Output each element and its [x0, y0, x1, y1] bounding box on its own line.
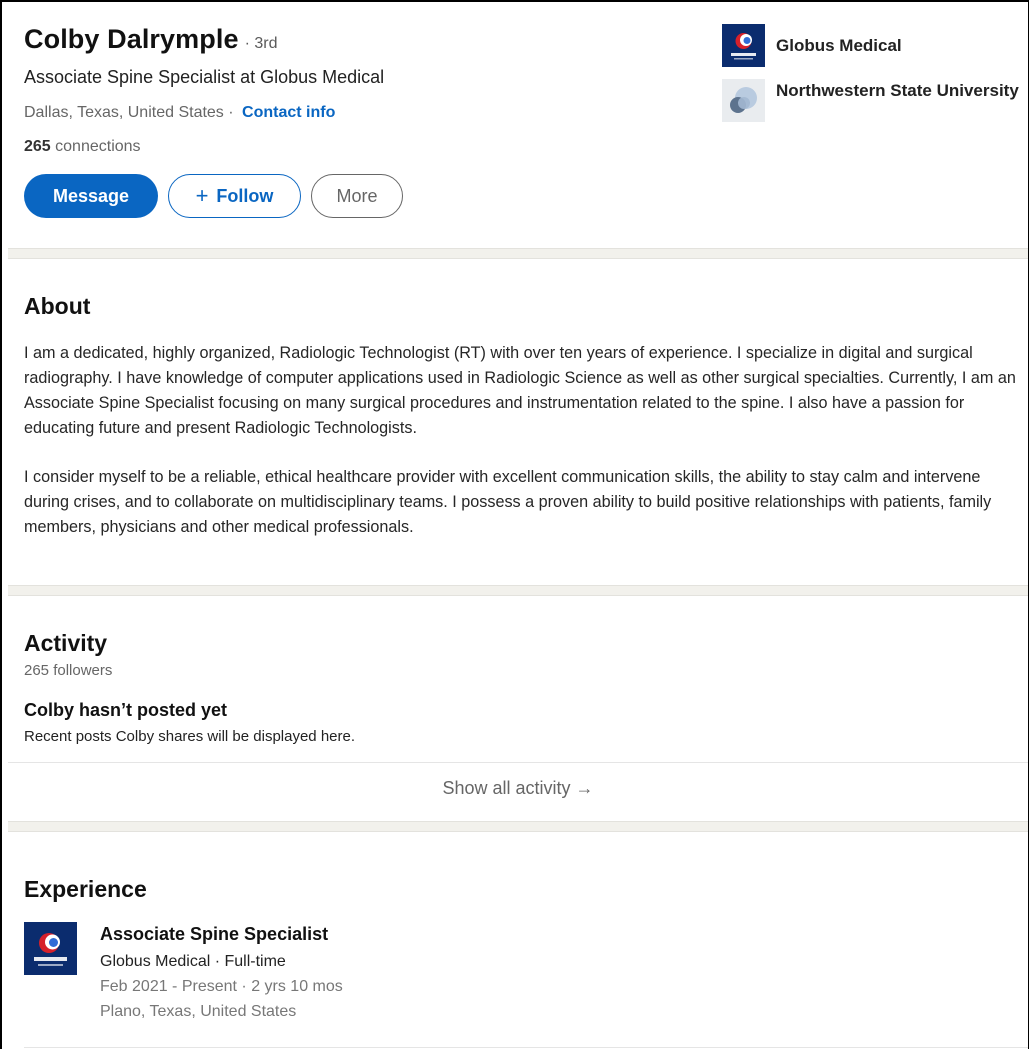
about-text: I am a dedicated, highly organized, Radi… — [24, 341, 1027, 564]
section-divider — [8, 585, 1028, 596]
connections-count[interactable]: 265 connections — [24, 138, 141, 156]
section-divider — [8, 248, 1028, 259]
about-title: About — [24, 293, 91, 319]
divider — [8, 762, 1028, 763]
education-link[interactable]: Northwestern State University — [722, 79, 1019, 122]
experience-company: Globus Medical · Full-time — [100, 953, 286, 970]
profile-headline: Associate Spine Specialist at Globus Med… — [24, 67, 385, 87]
globus-medical-logo-icon[interactable] — [24, 922, 77, 975]
activity-section: Activity 265 followers Colby hasn’t post… — [2, 596, 1028, 821]
profile-location: Dallas, Texas, United States · — [24, 104, 234, 121]
plus-icon: + — [195, 183, 209, 208]
school-name: Northwestern State University — [776, 81, 1019, 100]
activity-title: Activity — [24, 630, 108, 656]
about-paragraph: I am a dedicated, highly organized, Radi… — [24, 344, 1016, 437]
follow-label: Follow — [216, 185, 274, 206]
experience-title: Experience — [24, 876, 147, 902]
profile-actions: Message + Follow More — [24, 174, 403, 218]
divider — [24, 1047, 1028, 1048]
section-divider — [8, 821, 1028, 832]
profile-page: Colby Dalrymple · 3rd Associate Spine Sp… — [0, 0, 1029, 1049]
current-company-name: Globus Medical — [776, 36, 902, 55]
connection-degree: · 3rd — [244, 35, 278, 52]
about-paragraph: I consider myself to be a reliable, ethi… — [24, 468, 992, 536]
experience-dates: Feb 2021 - Present · 2 yrs 10 mos — [100, 978, 343, 995]
profile-top-card: Colby Dalrymple · 3rd Associate Spine Sp… — [2, 2, 1028, 248]
follow-button[interactable]: + Follow — [168, 174, 301, 218]
current-company-link[interactable]: Globus Medical — [722, 24, 1019, 67]
northwestern-state-logo-icon — [722, 79, 765, 122]
connections-number: 265 — [24, 138, 51, 155]
experience-title-text[interactable]: Associate Spine Specialist — [100, 924, 343, 945]
no-posts-subtitle: Recent posts Colby shares will be displa… — [24, 728, 356, 745]
more-button[interactable]: More — [311, 174, 403, 218]
no-posts-title: Colby hasn’t posted yet — [24, 700, 228, 720]
contact-info-link[interactable]: Contact info — [242, 104, 335, 121]
experience-item[interactable]: Associate Spine Specialist Globus Medica… — [24, 922, 343, 1021]
experience-location: Plano, Texas, United States — [100, 1003, 297, 1020]
profile-side-links: Globus Medical Northwestern State Univer… — [722, 24, 1019, 134]
show-all-activity-link[interactable]: Show all activity → — [8, 778, 1028, 799]
experience-section: Experience Associate Spine Specialist Gl… — [2, 832, 1028, 1049]
connections-label: connections — [55, 138, 141, 155]
followers-count: 265 followers — [24, 662, 113, 679]
about-section: About I am a dedicated, highly organized… — [2, 259, 1028, 585]
experience-details: Associate Spine Specialist Globus Medica… — [100, 922, 343, 1021]
message-button[interactable]: Message — [24, 174, 158, 218]
profile-name: Colby Dalrymple — [24, 24, 239, 54]
location-row: Dallas, Texas, United States · Contact i… — [24, 104, 335, 122]
name-row: Colby Dalrymple · 3rd — [24, 24, 277, 55]
globus-medical-logo-icon — [722, 24, 765, 67]
